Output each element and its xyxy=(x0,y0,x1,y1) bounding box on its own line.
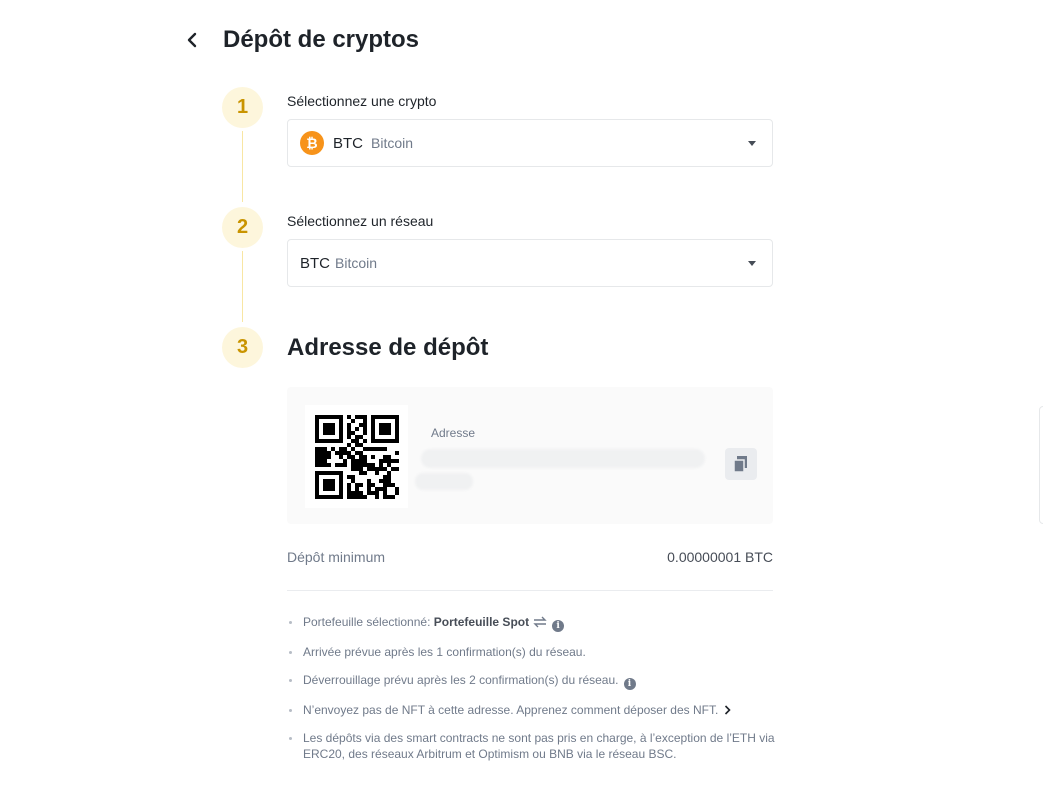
note-smart-contracts: Les dépôts via des smart contracts ne so… xyxy=(287,730,779,762)
selected-wallet[interactable]: Portefeuille Spot xyxy=(434,615,529,629)
crypto-name: Bitcoin xyxy=(371,135,414,151)
deposit-notes: Portefeuille sélectionné: Portefeuille S… xyxy=(287,614,779,774)
bitcoin-coin-icon: ₿ xyxy=(300,131,324,155)
divider xyxy=(287,590,773,591)
select-crypto-label: Sélectionnez une crypto xyxy=(287,93,437,109)
info-icon[interactable]: i xyxy=(552,620,565,632)
address-value-redacted-line2 xyxy=(415,473,473,490)
step-connector-2 xyxy=(242,251,243,322)
note-arrival: Arrivée prévue après les 1 confirmation(… xyxy=(287,644,779,660)
caret-down-icon xyxy=(748,140,756,146)
caret-down-icon xyxy=(748,260,756,266)
page-title: Dépôt de cryptos xyxy=(223,26,420,53)
min-deposit-value: 0.00000001 BTC xyxy=(667,549,773,565)
network-name: Bitcoin xyxy=(335,255,378,271)
back-button[interactable] xyxy=(180,28,204,52)
select-network-label: Sélectionnez un réseau xyxy=(287,213,434,229)
copy-address-button[interactable] xyxy=(725,448,757,480)
copy-icon xyxy=(733,456,747,473)
min-deposit-row: Dépôt minimum 0.00000001 BTC xyxy=(287,549,773,565)
qr-code[interactable] xyxy=(305,405,408,508)
deposit-address-title: Adresse de dépôt xyxy=(287,334,489,361)
note-nft: N’envoyez pas de NFT à cette adresse. Ap… xyxy=(287,702,779,718)
swap-icon[interactable] xyxy=(533,616,547,628)
chevron-left-icon xyxy=(187,32,197,48)
crypto-select[interactable]: ₿ BTC Bitcoin xyxy=(287,119,773,167)
right-panel-box-fragment xyxy=(1039,406,1043,524)
step-1-indicator: 1 xyxy=(222,87,263,128)
address-label: Adresse xyxy=(431,426,476,440)
info-icon[interactable]: i xyxy=(623,678,636,690)
step-3-indicator: 3 xyxy=(222,327,263,368)
network-select[interactable]: BTC Bitcoin xyxy=(287,239,773,287)
crypto-symbol: BTC xyxy=(333,134,363,152)
min-deposit-label: Dépôt minimum xyxy=(287,549,386,565)
step-2-indicator: 2 xyxy=(222,207,263,248)
nft-deposit-link[interactable]: N’envoyez pas de NFT à cette adresse. Ap… xyxy=(303,703,718,717)
step-connector-1 xyxy=(242,131,243,202)
qr-code-icon xyxy=(314,414,399,499)
note-unlock: Déverrouillage prévu après les 2 confirm… xyxy=(287,672,779,690)
address-panel: Adresse xyxy=(287,387,773,524)
chevron-right-icon[interactable] xyxy=(724,705,731,715)
network-symbol: BTC xyxy=(300,254,330,272)
address-value-redacted xyxy=(421,449,705,468)
note-wallet: Portefeuille sélectionné: Portefeuille S… xyxy=(287,614,779,632)
